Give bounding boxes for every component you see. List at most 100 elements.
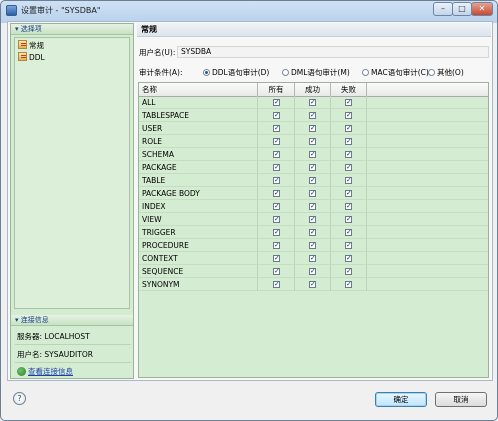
checkbox-all[interactable]: ✓	[273, 255, 280, 262]
checkbox-all[interactable]: ✓	[273, 125, 280, 132]
radio-button[interactable]	[203, 69, 210, 76]
checkbox-fail[interactable]: ✓	[345, 203, 352, 210]
checkbox-fail[interactable]: ✓	[345, 151, 352, 158]
checkbox-success[interactable]: ✓	[309, 216, 316, 223]
table-row[interactable]: ALL ✓ ✓ ✓	[139, 96, 488, 109]
options-section-header[interactable]: ▾ 选择项	[11, 24, 133, 35]
checkbox-fail[interactable]: ✓	[345, 229, 352, 236]
table-row[interactable]: INDEX ✓ ✓ ✓	[139, 200, 488, 213]
checkbox-all[interactable]: ✓	[273, 99, 280, 106]
checkbox-success[interactable]: ✓	[309, 125, 316, 132]
connection-section-header[interactable]: ▾ 连接信息	[11, 315, 133, 326]
checkbox-all[interactable]: ✓	[273, 242, 280, 249]
row-filler-cell	[367, 135, 488, 148]
tree-item-ddl[interactable]: DDL	[18, 52, 45, 63]
checkbox-fail[interactable]: ✓	[345, 177, 352, 184]
checkbox-fail[interactable]: ✓	[345, 99, 352, 106]
checkbox-all[interactable]: ✓	[273, 164, 280, 171]
row-fail-cell: ✓	[331, 109, 367, 122]
username-field[interactable]: SYSDBA	[177, 46, 489, 58]
ok-button[interactable]: 确定	[375, 392, 427, 407]
table-row[interactable]: CONTEXT ✓ ✓ ✓	[139, 252, 488, 265]
radio-button[interactable]	[282, 69, 289, 76]
radio-button[interactable]	[428, 69, 435, 76]
checkbox-success[interactable]: ✓	[309, 177, 316, 184]
row-name-cell: PACKAGE	[139, 161, 258, 174]
close-button[interactable]: ✕	[471, 2, 493, 16]
minimize-button[interactable]: –	[433, 2, 453, 16]
column-header-fail[interactable]: 失败	[331, 83, 367, 96]
checkbox-all[interactable]: ✓	[273, 177, 280, 184]
checkbox-success[interactable]: ✓	[309, 242, 316, 249]
checkbox-success[interactable]: ✓	[309, 190, 316, 197]
checkbox-fail[interactable]: ✓	[345, 190, 352, 197]
tree-item-general[interactable]: 常规	[18, 40, 44, 51]
checkbox-fail[interactable]: ✓	[345, 268, 352, 275]
column-header-success[interactable]: 成功	[295, 83, 331, 96]
checkbox-success[interactable]: ✓	[309, 268, 316, 275]
cancel-button[interactable]: 取消	[435, 392, 487, 407]
row-name-cell: VIEW	[139, 213, 258, 226]
row-fail-cell: ✓	[331, 278, 367, 291]
checkbox-all[interactable]: ✓	[273, 268, 280, 275]
checkbox-success[interactable]: ✓	[309, 255, 316, 262]
checkbox-success[interactable]: ✓	[309, 112, 316, 119]
table-row[interactable]: SEQUENCE ✓ ✓ ✓	[139, 265, 488, 278]
checkbox-all[interactable]: ✓	[273, 203, 280, 210]
table-row[interactable]: TABLE ✓ ✓ ✓	[139, 174, 488, 187]
checkbox-fail[interactable]: ✓	[345, 164, 352, 171]
row-all-cell: ✓	[258, 187, 295, 200]
table-row[interactable]: PACKAGE ✓ ✓ ✓	[139, 161, 488, 174]
table-row[interactable]: PROCEDURE ✓ ✓ ✓	[139, 239, 488, 252]
table-row[interactable]: TABLESPACE ✓ ✓ ✓	[139, 109, 488, 122]
radio-option[interactable]: DDL语句审计(D)	[203, 67, 269, 78]
row-success-cell: ✓	[295, 109, 331, 122]
radio-option[interactable]: 其他(O)	[428, 67, 464, 78]
radio-label: DML语句审计(M)	[291, 68, 350, 77]
checkbox-fail[interactable]: ✓	[345, 242, 352, 249]
checkbox-success[interactable]: ✓	[309, 229, 316, 236]
checkbox-all[interactable]: ✓	[273, 281, 280, 288]
checkbox-success[interactable]: ✓	[309, 281, 316, 288]
table-row[interactable]: USER ✓ ✓ ✓	[139, 122, 488, 135]
checkbox-success[interactable]: ✓	[309, 138, 316, 145]
checkbox-fail[interactable]: ✓	[345, 255, 352, 262]
row-filler-cell	[367, 239, 488, 252]
column-header-all[interactable]: 所有	[258, 83, 295, 96]
radio-option[interactable]: DML语句审计(M)	[282, 67, 350, 78]
checkbox-all[interactable]: ✓	[273, 138, 280, 145]
column-header-name[interactable]: 名称	[139, 83, 258, 96]
checkbox-success[interactable]: ✓	[309, 203, 316, 210]
row-filler-cell	[367, 226, 488, 239]
checkbox-fail[interactable]: ✓	[345, 112, 352, 119]
checkbox-success[interactable]: ✓	[309, 164, 316, 171]
table-row[interactable]: SCHEMA ✓ ✓ ✓	[139, 148, 488, 161]
row-name-cell: TRIGGER	[139, 226, 258, 239]
maximize-button[interactable]: □	[452, 2, 472, 16]
checkbox-success[interactable]: ✓	[309, 99, 316, 106]
radio-option[interactable]: MAC语句审计(C)	[362, 67, 429, 78]
checkbox-success[interactable]: ✓	[309, 151, 316, 158]
checkbox-fail[interactable]: ✓	[345, 281, 352, 288]
checkbox-all[interactable]: ✓	[273, 216, 280, 223]
checkbox-all[interactable]: ✓	[273, 190, 280, 197]
help-button[interactable]: ?	[13, 392, 26, 405]
audit-condition-label: 审计条件(A):	[139, 68, 183, 77]
table-row[interactable]: TRIGGER ✓ ✓ ✓	[139, 226, 488, 239]
checkbox-fail[interactable]: ✓	[345, 125, 352, 132]
app-icon	[6, 5, 17, 16]
checkbox-all[interactable]: ✓	[273, 229, 280, 236]
checkbox-fail[interactable]: ✓	[345, 138, 352, 145]
row-name-cell: TABLE	[139, 174, 258, 187]
checkbox-all[interactable]: ✓	[273, 151, 280, 158]
table-row[interactable]: ROLE ✓ ✓ ✓	[139, 135, 488, 148]
view-connection-link[interactable]: 查看连接信息	[17, 366, 73, 377]
row-fail-cell: ✓	[331, 213, 367, 226]
radio-button[interactable]	[362, 69, 369, 76]
table-row[interactable]: PACKAGE BODY ✓ ✓ ✓	[139, 187, 488, 200]
table-row[interactable]: SYNONYM ✓ ✓ ✓	[139, 278, 488, 291]
checkbox-all[interactable]: ✓	[273, 112, 280, 119]
connection-header-label: 连接信息	[20, 316, 49, 324]
table-row[interactable]: VIEW ✓ ✓ ✓	[139, 213, 488, 226]
checkbox-fail[interactable]: ✓	[345, 216, 352, 223]
